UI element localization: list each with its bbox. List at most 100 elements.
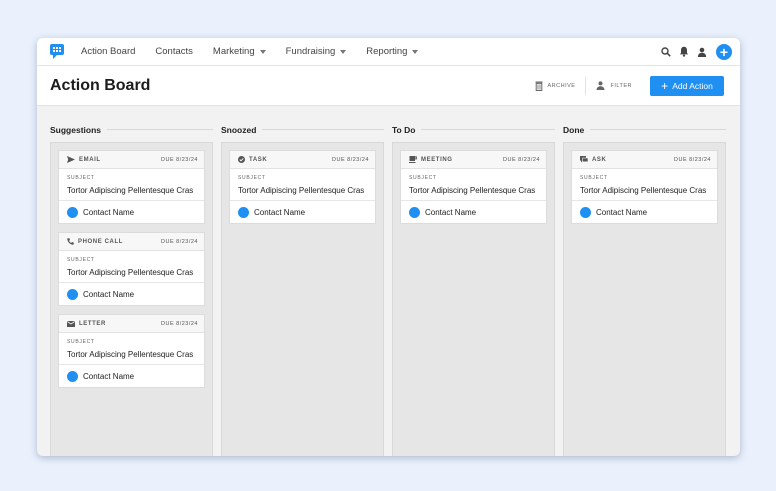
bell-icon[interactable] <box>678 46 690 58</box>
card-subject: SUBJECT Tortor Adipiscing Pellentesque Cr… <box>572 169 717 201</box>
person-icon <box>596 81 605 90</box>
column-body[interactable]: MEETING DUE 8/23/24 SUBJECT Tortor Adipisci… <box>392 142 555 456</box>
due-date: DUE 8/23/24 <box>161 156 198 163</box>
due-date: DUE 8/23/24 <box>674 156 711 163</box>
contact-name: Contact Name <box>83 289 135 299</box>
column-body[interactable]: ASK DUE 8/23/24 SUBJECT Tortor Adipiscing P… <box>563 142 726 456</box>
card-header: EMAIL DUE 8/23/24 <box>59 151 204 169</box>
card-contact[interactable]: Contact Name <box>59 201 204 223</box>
add-action-label: Add Action <box>672 80 713 91</box>
column-header: Done <box>563 123 726 136</box>
column-body[interactable]: EMAIL DUE 8/23/24 SUBJECT Tortor Adipiscing… <box>50 142 213 456</box>
action-card[interactable]: EMAIL DUE 8/23/24 SUBJECT Tortor Adipiscing… <box>58 150 205 224</box>
card-contact[interactable]: Contact Name <box>59 365 204 387</box>
chat-icon <box>580 156 592 163</box>
card-type: TASK <box>238 156 267 163</box>
card-type-label: TASK <box>249 156 268 163</box>
column-snoozed: Snoozed TASK DUE 8/23/24 SUBJECT Tortor Adip… <box>221 123 384 456</box>
column-title: Suggestions <box>50 124 102 135</box>
top-nav: Action Board Contacts Marketing Fundrais… <box>37 38 740 66</box>
add-action-button[interactable]: + Add Action <box>650 75 724 96</box>
subject-label: SUBJECT <box>67 175 95 181</box>
subject-label: SUBJECT <box>409 175 437 181</box>
avatar <box>238 206 249 218</box>
subject-label: SUBJECT <box>67 257 95 263</box>
action-card[interactable]: TASK DUE 8/23/24 SUBJECT Tortor Adipiscing … <box>229 150 376 224</box>
due-date: DUE 8/23/24 <box>161 238 198 245</box>
contact-name: Contact Name <box>83 207 135 217</box>
card-contact[interactable]: Contact Name <box>401 201 546 223</box>
filter-button[interactable]: FILTER <box>596 81 632 90</box>
app-window: Action Board Contacts Marketing Fundrais… <box>37 38 740 456</box>
card-type-label: PHONE CALL <box>78 238 123 245</box>
subject-label: SUBJECT <box>238 175 266 181</box>
due-date: DUE 8/23/24 <box>161 320 198 327</box>
contact-name: Contact Name <box>425 207 477 217</box>
contact-name: Contact Name <box>596 207 648 217</box>
column-header: Snoozed <box>221 123 384 136</box>
card-subject: SUBJECT Tortor Adipiscing Pellentesque Cr… <box>59 251 204 283</box>
subject-text: Tortor Adipiscing Pellentesque Cras <box>67 186 194 195</box>
trash-icon <box>535 81 542 91</box>
contact-name: Contact Name <box>83 371 135 381</box>
filter-label: FILTER <box>610 82 632 89</box>
kanban-board: Suggestions EMAIL DUE 8/23/24 SUBJECT Tortor… <box>50 123 727 456</box>
archive-button[interactable]: ARCHIVE <box>535 81 576 91</box>
divider <box>421 129 555 130</box>
action-card[interactable]: MEETING DUE 8/23/24 SUBJECT Tortor Adipisci… <box>400 150 547 224</box>
column-title: Snoozed <box>221 124 257 135</box>
action-card[interactable]: ASK DUE 8/23/24 SUBJECT Tortor Adipiscing P… <box>571 150 718 224</box>
archive-label: ARCHIVE <box>547 82 576 89</box>
user-icon[interactable] <box>696 46 708 58</box>
card-contact[interactable]: Contact Name <box>59 283 204 305</box>
column-title: To Do <box>392 124 416 135</box>
subject-text: Tortor Adipiscing Pellentesque Cras <box>580 186 707 195</box>
card-type: LETTER <box>67 320 106 327</box>
nav-actions: + <box>654 43 732 60</box>
due-date: DUE 8/23/24 <box>332 156 369 163</box>
subject-text: Tortor Adipiscing Pellentesque Cras <box>67 350 194 359</box>
card-type: ASK <box>580 156 606 163</box>
card-contact[interactable]: Contact Name <box>230 201 375 223</box>
card-subject: SUBJECT Tortor Adipiscing Pellentesque Cr… <box>230 169 375 201</box>
add-icon[interactable]: + <box>716 43 732 60</box>
nav-fundraising[interactable]: Fundraising <box>286 46 347 57</box>
chevron-down-icon <box>340 49 347 54</box>
card-header: LETTER DUE 8/23/24 <box>59 315 204 333</box>
nav-reporting[interactable]: Reporting <box>366 46 419 57</box>
card-type-label: MEETING <box>421 156 453 163</box>
nav-label: Fundraising <box>285 46 336 57</box>
card-type-label: LETTER <box>79 320 106 327</box>
logo-icon[interactable] <box>50 44 64 59</box>
coffee-icon <box>409 156 421 163</box>
page-header: Action Board ARCHIVE FILTER + Add Action <box>37 66 740 106</box>
column-body[interactable]: TASK DUE 8/23/24 SUBJECT Tortor Adipiscing … <box>221 142 384 456</box>
search-icon[interactable] <box>660 46 672 58</box>
send-icon <box>67 156 79 163</box>
avatar <box>580 206 591 218</box>
avatar <box>67 370 78 382</box>
nav-label: Contacts <box>155 46 193 57</box>
card-type-label: EMAIL <box>79 156 101 163</box>
column-done: Done ASK DUE 8/23/24 SUBJECT Tortor Adipisci… <box>563 123 726 456</box>
nav-label: Action Board <box>81 46 136 57</box>
contact-name: Contact Name <box>254 207 306 217</box>
card-subject: SUBJECT Tortor Adipiscing Pellentesque Cr… <box>401 169 546 201</box>
column-header: To Do <box>392 123 555 136</box>
nav-marketing[interactable]: Marketing <box>213 46 266 57</box>
due-date: DUE 8/23/24 <box>503 156 540 163</box>
avatar <box>409 206 420 218</box>
card-contact[interactable]: Contact Name <box>572 201 717 223</box>
card-header: PHONE CALL DUE 8/23/24 <box>59 233 204 251</box>
chevron-down-icon <box>259 49 266 54</box>
action-card[interactable]: LETTER DUE 8/23/24 SUBJECT Tortor Adipiscin… <box>58 314 205 388</box>
subject-text: Tortor Adipiscing Pellentesque Cras <box>67 268 194 277</box>
phone-icon <box>67 238 78 245</box>
subject-label: SUBJECT <box>67 339 95 345</box>
nav-label: Marketing <box>212 46 255 57</box>
nav-contacts[interactable]: Contacts <box>155 46 193 57</box>
nav-action-board[interactable]: Action Board <box>81 46 135 57</box>
column-suggestions: Suggestions EMAIL DUE 8/23/24 SUBJECT Tortor… <box>50 123 213 456</box>
action-card[interactable]: PHONE CALL DUE 8/23/24 SUBJECT Tortor Adipi… <box>58 232 205 306</box>
card-header: ASK DUE 8/23/24 <box>572 151 717 169</box>
